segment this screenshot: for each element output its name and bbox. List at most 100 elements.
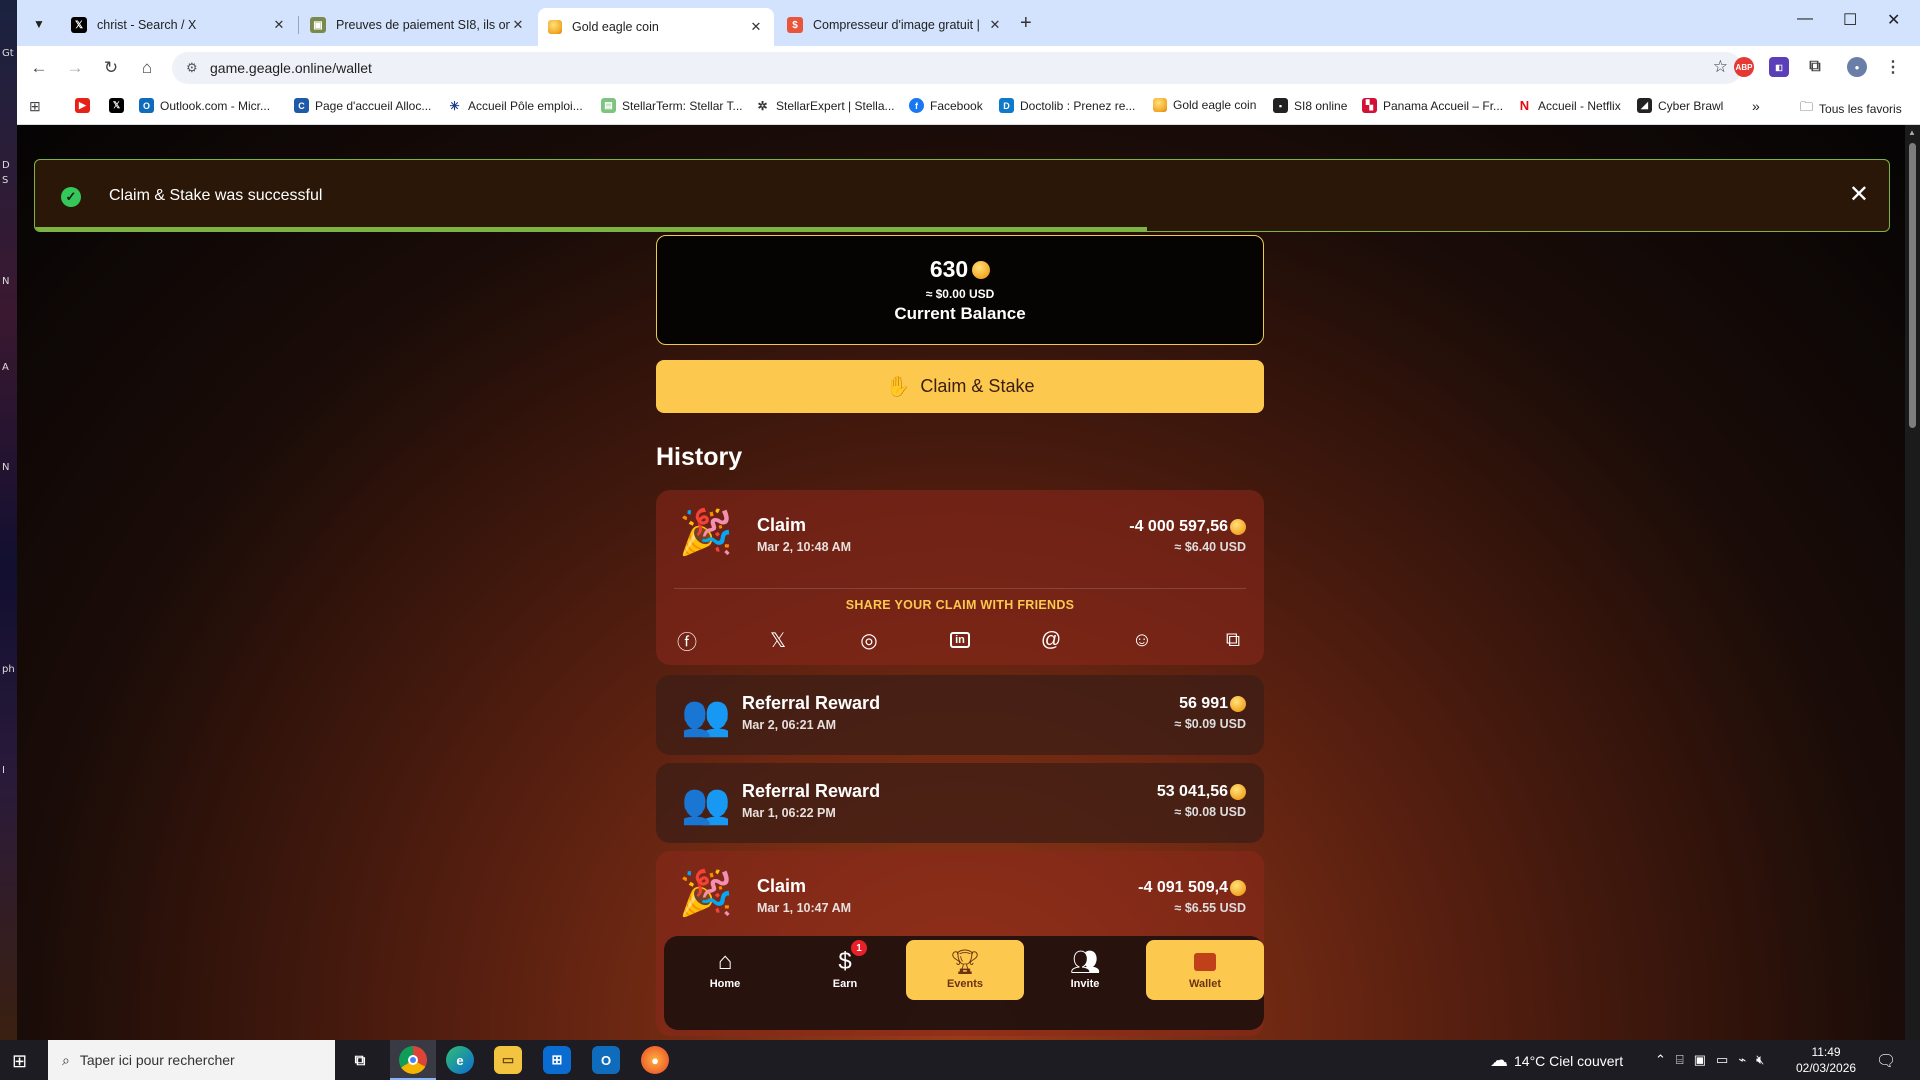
balance-amount: 630 [657,256,1263,283]
youtube-icon: ▶ [75,98,90,113]
bookmark-label: Outlook.com - Micr... [160,98,271,113]
close-toast-button[interactable]: ✕ [1849,180,1869,209]
meet-now-icon[interactable]: ⌸ [1676,1052,1684,1068]
outlook-icon: O [139,98,154,113]
volume-muted-icon[interactable]: 🔇︎ [1756,1052,1764,1068]
bookmark-doctolib[interactable]: D Doctolib : Prenez re... [999,98,1135,113]
site-info-icon[interactable]: ⚙ [186,60,198,76]
all-bookmarks-folder[interactable]: 🗀 Tous les favoris [1800,98,1902,120]
bookmark-gold-eagle[interactable]: Gold eagle coin [1153,98,1256,112]
network-icon[interactable]: ⌁ [1738,1052,1746,1068]
bookmark-panama[interactable]: ▚ Panama Accueil – Fr... [1362,98,1503,113]
tab-x-search[interactable]: 𝕏 christ - Search / X ✕ [61,8,297,42]
bookmark-star-icon[interactable]: ☆ [1713,57,1728,77]
history-item-referral[interactable]: 👥 Referral Reward Mar 1, 06:22 PM 53 041… [656,763,1264,843]
chevron-up-icon[interactable]: ⌃ [1655,1052,1666,1068]
bookmark-si8[interactable]: ▪ SI8 online [1273,98,1347,113]
close-tab-icon[interactable]: ✕ [748,19,764,35]
nav-wallet[interactable]: Wallet [1146,940,1264,1000]
copy-link-icon[interactable]: ⧉ [1219,626,1247,654]
history-item-referral[interactable]: 👥 Referral Reward Mar 2, 06:21 AM 56 991… [656,675,1264,755]
outlook-taskbar-icon[interactable]: O [592,1046,620,1074]
tab-image-compressor[interactable]: $ Compresseur d'image gratuit | ✕ [777,8,1013,42]
forward-button[interactable]: → [63,56,87,80]
nav-events[interactable]: 🏆︎ Events [906,940,1024,1000]
adblock-icon[interactable]: ABP [1734,57,1754,77]
claim-stake-button[interactable]: ✋ Claim & Stake [656,360,1264,413]
threads-share-icon[interactable]: @ [1037,626,1065,654]
reddit-share-icon[interactable]: ☺ [1128,626,1156,654]
tab-gold-eagle-coin[interactable]: Gold eagle coin ✕ [538,8,774,46]
extension-icon[interactable]: ◧ [1769,57,1789,77]
windows-start-button[interactable]: ⊞ [12,1051,27,1072]
bookmark-youtube[interactable]: ▶ [75,98,96,113]
tab-title: Gold eagle coin [572,20,659,34]
profile-avatar[interactable]: ● [1847,57,1867,77]
tab-search-button[interactable]: ▼ [27,12,51,36]
facebook-share-icon[interactable]: ⓕ [673,626,701,654]
page-scrollbar[interactable]: ▲ [1905,125,1920,1040]
home-button[interactable]: ⌂ [135,56,159,80]
reload-button[interactable]: ↻ [99,56,123,80]
bookmark-x[interactable]: 𝕏 [109,98,130,113]
file-explorer-icon[interactable]: ▭ [494,1046,522,1074]
store-icon[interactable]: ⊞ [543,1046,571,1074]
scrollbar-thumb[interactable] [1909,143,1916,428]
battery-icon[interactable]: ▭ [1716,1052,1728,1068]
more-bookmarks-button[interactable]: » [1752,98,1760,114]
linkedin-share-icon[interactable]: in [946,626,974,654]
close-tab-icon[interactable]: ✕ [510,17,526,33]
taskbar-search[interactable]: ⌕ Taper ici pour rechercher [48,1040,335,1080]
back-button[interactable]: ← [27,56,51,80]
tab-si8-proofs[interactable]: ▣ Preuves de paiement SI8, ils ont ✕ [300,8,536,42]
bookmark-stellarexpert[interactable]: ✲ StellarExpert | Stella... [755,98,895,113]
scroll-up-icon[interactable]: ▲ [1908,128,1916,137]
notification-center-icon[interactable]: 🗨︎ [1876,1051,1896,1071]
x-share-icon[interactable]: 𝕏 [764,626,792,654]
extensions-puzzle-icon[interactable]: ⧉ [1805,57,1825,77]
history-item-date: Mar 1, 06:22 PM [742,806,836,820]
maximize-button[interactable]: ☐ [1843,10,1857,30]
chrome-icon[interactable] [399,1046,427,1074]
doctolib-icon: D [999,98,1014,113]
nav-invite[interactable]: 👥︎ Invite [1026,940,1144,1000]
history-item-date: Mar 2, 06:21 AM [742,718,837,732]
close-tab-icon[interactable]: ✕ [987,17,1003,33]
nav-label: Events [946,978,984,990]
bookmark-netflix[interactable]: N Accueil - Netflix [1517,98,1621,113]
edge-icon[interactable]: e [446,1046,474,1074]
task-view-icon[interactable]: ⧉ [346,1046,374,1074]
menu-kebab-icon[interactable]: ⋮ [1883,57,1903,77]
bookmark-outlook[interactable]: O Outlook.com - Micr... [139,98,270,113]
weather-widget[interactable]: ☁ 14°C Ciel couvert [1490,1050,1623,1071]
bookmark-label: StellarExpert | Stella... [776,98,895,113]
bookmark-caf[interactable]: C Page d'accueil Alloc... [294,98,431,113]
bookmark-cyber-brawl[interactable]: ◢ Cyber Brawl [1637,98,1723,113]
nav-earn[interactable]: $ 1 Earn [786,940,904,1000]
new-tab-button[interactable]: + [1020,12,1032,35]
minimize-button[interactable]: — [1797,10,1813,28]
taskbar-clock[interactable]: 11:49 02/03/2026 [1796,1044,1856,1076]
nav-home[interactable]: ⌂ Home [666,940,784,1000]
close-window-button[interactable]: ✕ [1887,10,1900,30]
url-text[interactable]: game.geagle.online/wallet [210,60,372,76]
address-bar[interactable]: ⚙ game.geagle.online/wallet ☆ [172,52,1742,84]
apps-grid-icon[interactable]: ⊞ [29,98,41,115]
instagram-share-icon[interactable]: ◎ [855,626,883,654]
chevron-down-icon: ▼ [33,17,45,31]
compress-icon: $ [787,17,803,33]
firefox-icon[interactable]: ● [641,1046,669,1074]
history-item-claim[interactable]: 🎉 Claim Mar 2, 10:48 AM -4 000 597,56 ≈ … [656,490,1264,665]
reload-icon: ↻ [103,58,119,77]
gold-coin-icon [548,20,562,34]
minimize-icon: — [1797,10,1813,27]
stellarexpert-icon: ✲ [755,98,770,113]
display-icon[interactable]: ▣ [1694,1052,1706,1068]
bookmark-stellarterm[interactable]: ▤ StellarTerm: Stellar T... [601,98,742,113]
arrow-right-icon: → [66,58,84,77]
bookmark-facebook[interactable]: f Facebook [909,98,983,113]
bookmark-pole-emploi[interactable]: ✳ Accueil Pôle emploi... [447,98,583,113]
bookmark-label: SI8 online [1294,98,1348,113]
search-icon: ⌕ [62,1051,70,1068]
close-tab-icon[interactable]: ✕ [271,17,287,33]
